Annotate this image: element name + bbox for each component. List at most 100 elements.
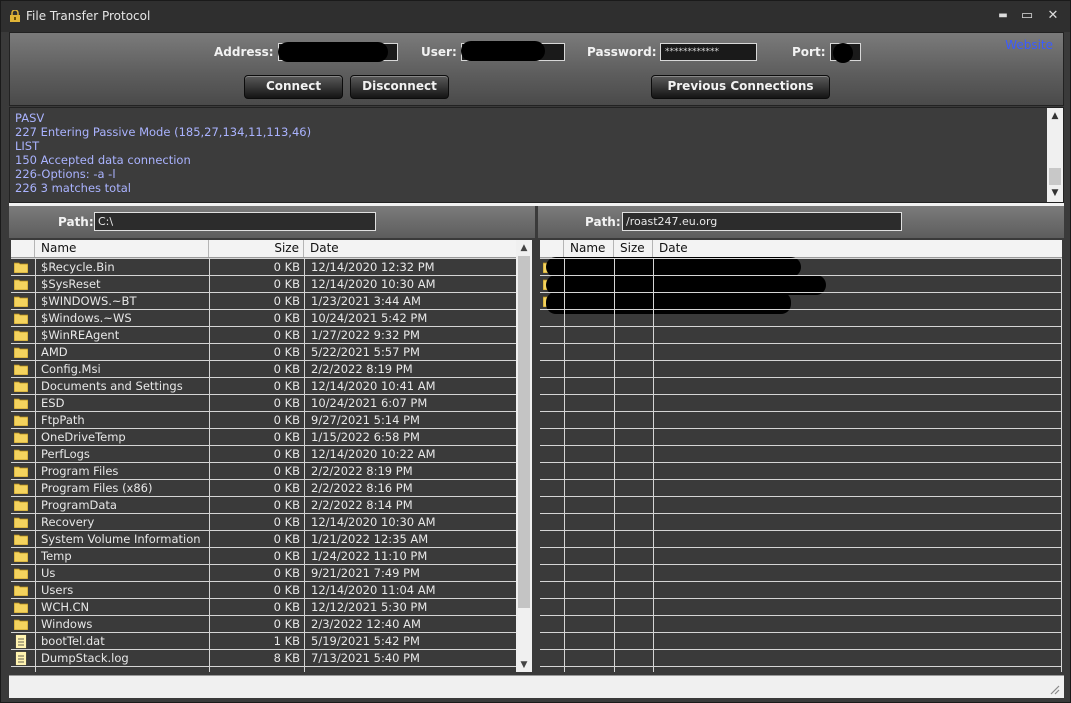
grid-line [540, 564, 1062, 565]
file-icon [15, 634, 27, 649]
date-column-header[interactable]: Date [653, 240, 1062, 257]
file-size: 0 KB [273, 515, 300, 529]
size-column-header[interactable]: Size [614, 240, 653, 257]
file-name: Us [41, 566, 56, 580]
local-path-bar: Path: C:\ [9, 206, 535, 238]
table-row[interactable]: Users 0 KB 12/14/2020 11:04 AM [11, 582, 516, 599]
file-date: 1/23/2021 3:44 AM [311, 294, 421, 308]
table-row[interactable]: $WinREAgent 0 KB 1/27/2022 9:32 PM [11, 327, 516, 344]
table-row[interactable]: ESD 0 KB 10/24/2021 6:07 PM [11, 395, 516, 412]
table-row[interactable] [540, 275, 1062, 295]
log-line: PASV [15, 111, 45, 125]
table-row[interactable]: $Windows.~WS 0 KB 10/24/2021 5:42 PM [11, 310, 516, 327]
password-label: Password: [587, 45, 657, 59]
folder-icon [14, 398, 28, 409]
website-link[interactable]: Website [1005, 38, 1053, 52]
scroll-thumb[interactable] [1049, 168, 1061, 185]
icon-column-header[interactable] [11, 240, 35, 257]
grid-line [540, 343, 1062, 344]
grid-line [540, 326, 1062, 327]
table-row[interactable]: Temp 0 KB 1/24/2022 11:10 PM [11, 548, 516, 565]
local-path-input[interactable]: C:\ [94, 212, 376, 231]
table-row[interactable]: $WINDOWS.~BT 0 KB 1/23/2021 3:44 AM [11, 293, 516, 310]
remote-pane: Path: /roast247.eu.org Name Size Date [538, 206, 1064, 673]
file-size: 1 KB [273, 634, 300, 648]
table-row[interactable]: System Volume Information 0 KB 1/21/2022 1… [11, 531, 516, 548]
connect-button[interactable]: Connect [244, 75, 343, 99]
folder-icon [14, 313, 28, 324]
file-date: 5/22/2021 5:57 PM [311, 345, 420, 359]
scroll-thumb[interactable] [518, 256, 530, 608]
table-row[interactable] [540, 292, 1062, 314]
scroll-up-icon[interactable]: ▲ [1047, 109, 1063, 123]
table-row[interactable]: Program Files 0 KB 2/2/2022 8:19 PM [11, 463, 516, 480]
table-row[interactable]: Config.Msi 0 KB 2/2/2022 8:19 PM [11, 361, 516, 378]
file-size: 0 KB [273, 260, 300, 274]
table-row[interactable]: Documents and Settings 0 KB 12/14/2020 10:… [11, 378, 516, 395]
maximize-button[interactable]: ▭ [1017, 7, 1037, 25]
close-button[interactable]: ✕ [1043, 7, 1063, 25]
grid-line [11, 309, 516, 310]
table-row[interactable]: Program Files (x86) 0 KB 2/2/2022 8:16 PM [11, 480, 516, 497]
table-row[interactable]: Us 0 KB 9/21/2021 7:49 PM [11, 565, 516, 582]
redacted-entry [546, 292, 791, 314]
password-field[interactable]: ************ [660, 43, 757, 61]
folder-icon [14, 517, 28, 528]
date-column-header[interactable]: Date [304, 240, 518, 257]
table-row[interactable]: $Recycle.Bin 0 KB 12/14/2020 12:32 PM [11, 259, 516, 276]
grid-line [540, 598, 1062, 599]
table-row[interactable] [540, 257, 1062, 277]
previous-connections-button[interactable]: Previous Connections [651, 75, 830, 99]
remote-path-input[interactable]: /roast247.eu.org [622, 212, 902, 231]
file-date: 12/14/2020 10:22 AM [311, 447, 436, 461]
log-scrollbar[interactable]: ▲ ▼ [1047, 108, 1063, 202]
file-size: 0 KB [273, 600, 300, 614]
file-date: 9/21/2021 7:49 PM [311, 566, 420, 580]
table-row[interactable]: Recovery 0 KB 12/14/2020 10:30 AM [11, 514, 516, 531]
scroll-down-icon[interactable]: ▼ [516, 658, 532, 672]
grid-line [11, 445, 516, 446]
grid-line [11, 598, 516, 599]
table-row[interactable]: FtpPath 0 KB 9/27/2021 5:14 PM [11, 412, 516, 429]
table-row[interactable]: DumpStack.log 8 KB 7/13/2021 5:40 PM [11, 650, 516, 667]
table-row[interactable]: WCH.CN 0 KB 12/12/2021 5:30 PM [11, 599, 516, 616]
grid-line [564, 258, 565, 672]
scroll-down-icon[interactable]: ▼ [1047, 186, 1063, 200]
table-row[interactable]: PerfLogs 0 KB 12/14/2020 10:22 AM [11, 446, 516, 463]
name-column-header[interactable]: Name [564, 240, 614, 257]
file-size: 0 KB [273, 617, 300, 631]
file-date: 12/14/2020 10:41 AM [311, 379, 436, 393]
table-row[interactable]: Windows 0 KB 2/3/2022 12:40 AM [11, 616, 516, 633]
file-size: 0 KB [273, 311, 300, 325]
name-column-header[interactable]: Name [35, 240, 209, 257]
file-size: 0 KB [273, 328, 300, 342]
table-row[interactable]: bootTel.dat 1 KB 5/19/2021 5:42 PM [11, 633, 516, 650]
icon-column-header[interactable] [540, 240, 564, 257]
redacted-entry [546, 257, 801, 277]
folder-icon [14, 415, 28, 426]
file-size: 0 KB [273, 549, 300, 563]
table-row[interactable]: AMD 0 KB 5/22/2021 5:57 PM [11, 344, 516, 361]
disconnect-button[interactable]: Disconnect [350, 75, 449, 99]
minimize-button[interactable]: ▬ [993, 7, 1013, 25]
file-name: Recovery [41, 515, 95, 529]
table-row[interactable]: ProgramData 0 KB 2/2/2022 8:14 PM [11, 497, 516, 514]
local-scrollbar[interactable]: ▲ ▼ [516, 240, 532, 672]
table-row[interactable]: OneDriveTemp 0 KB 1/15/2022 6:58 PM [11, 429, 516, 446]
file-name: WCH.CN [41, 600, 90, 614]
size-column-header[interactable]: Size [209, 240, 304, 257]
file-size: 0 KB [273, 379, 300, 393]
file-size: 0 KB [273, 345, 300, 359]
grid-line [540, 360, 1062, 361]
address-label: Address: [214, 45, 274, 59]
file-name: $WinREAgent [41, 328, 120, 342]
folder-icon [14, 432, 28, 443]
scroll-up-icon[interactable]: ▲ [516, 241, 532, 255]
grid-line [11, 292, 516, 293]
table-row[interactable]: $SysReset 0 KB 12/14/2020 10:30 AM [11, 276, 516, 293]
file-name: $Recycle.Bin [41, 260, 115, 274]
grid-line [35, 258, 36, 672]
resize-grip-icon[interactable] [1048, 683, 1060, 695]
file-icon [15, 651, 27, 666]
file-size: 0 KB [273, 413, 300, 427]
